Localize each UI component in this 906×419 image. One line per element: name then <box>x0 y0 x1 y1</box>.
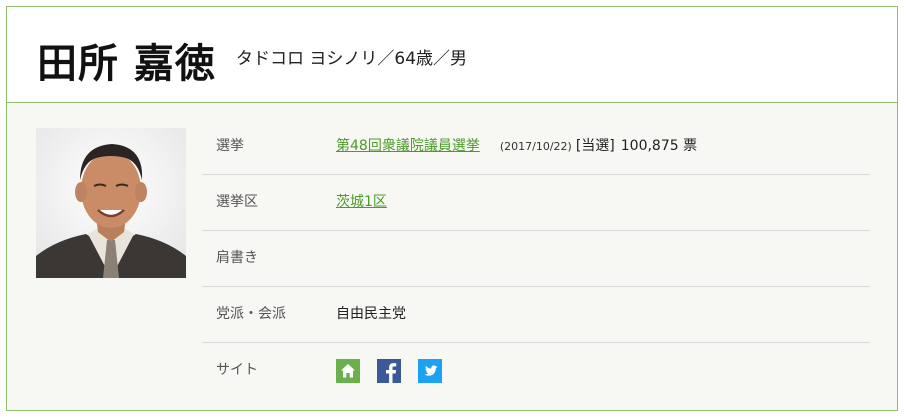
district-link[interactable]: 茨城1区 <box>336 194 387 210</box>
detail-row-site: サイト <box>202 343 870 399</box>
twitter-icon[interactable] <box>418 359 443 383</box>
title-label: 肩書き <box>216 250 258 266</box>
election-votes: 100,875 票 <box>620 138 698 154</box>
portrait-image <box>36 128 186 278</box>
candidate-photo <box>36 128 186 278</box>
party-label: 党派・会派 <box>216 306 286 322</box>
election-link[interactable]: 第48回衆議院議員選挙 <box>336 138 480 154</box>
detail-row-title: 肩書き <box>202 231 870 287</box>
election-result: [当選] <box>575 138 615 154</box>
party-value: 自由民主党 <box>336 306 406 322</box>
facebook-icon[interactable] <box>377 359 402 383</box>
profile-header: 田所 嘉徳 タドコロ ヨシノリ／64歳／男 <box>7 7 897 103</box>
election-date: (2017/10/22) <box>499 140 572 153</box>
profile-card: 田所 嘉徳 タドコロ ヨシノリ／64歳／男 選挙 第48回衆議院議員選挙 (20… <box>6 6 898 411</box>
site-label: サイト <box>216 362 258 378</box>
home-icon[interactable] <box>336 359 360 383</box>
profile-body: 選挙 第48回衆議院議員選挙 (2017/10/22) [当選] 100,875 票 … <box>7 103 897 410</box>
detail-row-election: 選挙 第48回衆議院議員選挙 (2017/10/22) [当選] 100,875 票 <box>202 119 870 175</box>
detail-row-party: 党派・会派 自由民主党 <box>202 287 870 343</box>
candidate-name: 田所 嘉徳 <box>37 41 216 87</box>
social-links <box>336 359 454 383</box>
detail-row-district: 選挙区 茨城1区 <box>202 175 870 231</box>
district-value: 茨城1区 <box>336 175 387 230</box>
election-label: 選挙 <box>216 138 244 154</box>
details-list: 選挙 第48回衆議院議員選挙 (2017/10/22) [当選] 100,875 票 … <box>202 119 870 399</box>
district-label: 選挙区 <box>216 194 258 210</box>
election-value: 第48回衆議院議員選挙 (2017/10/22) [当選] 100,875 票 <box>336 119 697 174</box>
candidate-sub-info: タドコロ ヨシノリ／64歳／男 <box>236 49 468 69</box>
